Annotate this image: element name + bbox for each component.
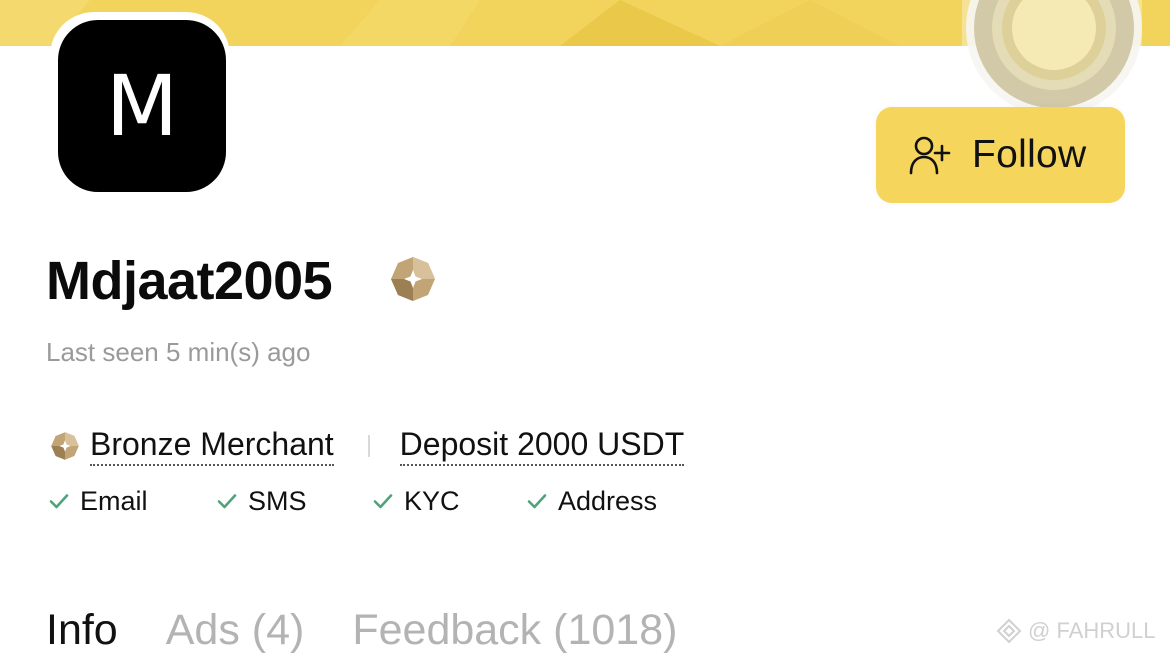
verification-kyc: KYC [372, 486, 526, 517]
verification-label: Email [80, 485, 148, 516]
tab-info[interactable]: Info [46, 606, 118, 655]
check-icon [527, 494, 547, 509]
verification-email: Email [48, 486, 216, 517]
merchant-info-row: Bronze Merchant Deposit 2000 USDT [50, 424, 685, 468]
user-plus-icon [909, 136, 951, 175]
verification-sms: SMS [216, 486, 372, 517]
tab-ads[interactable]: Ads (4) [166, 606, 305, 655]
avatar[interactable]: M [58, 20, 226, 192]
divider [367, 435, 370, 457]
merchant-level-link[interactable]: Bronze Merchant [90, 426, 334, 466]
verification-label: KYC [404, 485, 460, 516]
verification-address: Address [526, 486, 657, 517]
decorative-coin [962, 0, 1142, 112]
follow-button-label: Follow [972, 133, 1087, 176]
watermark-text: @ FAHRULL [1028, 618, 1156, 643]
tab-feedback[interactable]: Feedback (1018) [352, 606, 677, 655]
last-seen-status: Last seen 5 min(s) ago [46, 337, 311, 367]
username: Mdjaat2005 [46, 251, 333, 311]
watermark: @ FAHRULL [996, 618, 1155, 644]
verification-label: SMS [248, 485, 307, 516]
check-icon [217, 494, 237, 509]
avatar-letter: M [105, 57, 179, 155]
merchant-badge-icon [391, 257, 435, 301]
diamond-logo-icon [996, 618, 1022, 644]
check-icon [373, 494, 393, 509]
profile-tabs: Info Ads (4) Feedback (1018) [46, 600, 725, 657]
follow-button[interactable]: Follow [876, 107, 1125, 203]
check-icon [49, 494, 69, 509]
verification-label: Address [558, 485, 658, 516]
verification-list: Email SMS KYC Address [48, 484, 657, 518]
bronze-badge-icon [51, 432, 79, 460]
deposit-link[interactable]: Deposit 2000 USDT [399, 426, 685, 466]
